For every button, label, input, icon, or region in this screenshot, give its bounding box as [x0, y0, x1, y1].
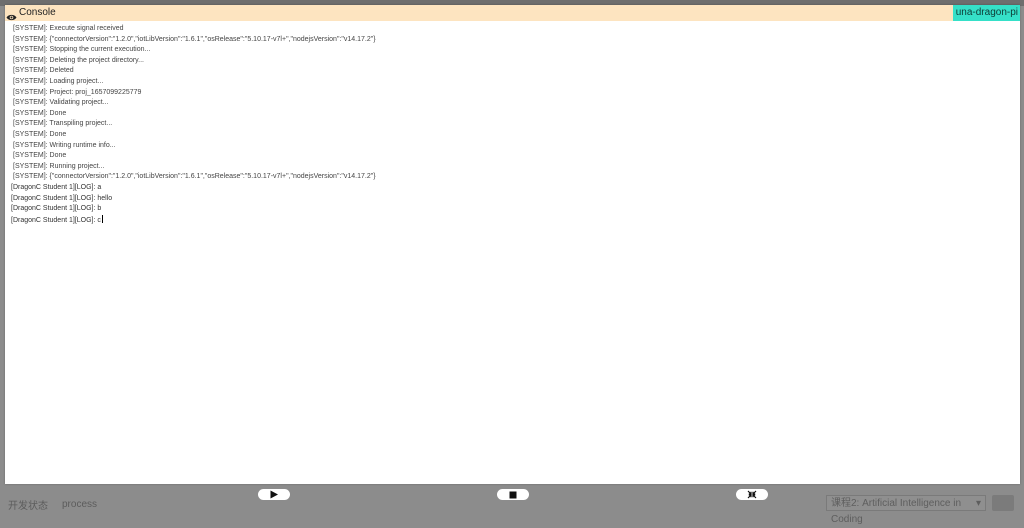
stop-icon	[509, 491, 517, 499]
log-line: [SYSTEM]: Done	[13, 152, 67, 160]
log-line: [SYSTEM]: Done	[13, 130, 67, 138]
log-line: [DragonC Student 1][LOG]: hello	[11, 194, 113, 202]
play-icon	[269, 490, 279, 499]
log-line: [SYSTEM]: Running project...	[13, 162, 105, 170]
text-caret	[101, 214, 103, 223]
log-line: [SYSTEM]: Execute signal received	[13, 25, 124, 32]
log-line: [SYSTEM]: Transpiling project...	[13, 120, 113, 128]
log-line: [DragonC Student 1][LOG]: c	[11, 214, 103, 224]
background-button	[992, 495, 1014, 511]
log-line: [SYSTEM]: Deleted	[13, 67, 74, 75]
collapse-button[interactable]	[736, 489, 768, 500]
log-line: [SYSTEM]: Stopping the current execution…	[13, 46, 151, 54]
chevron-down-icon: ▾	[975, 498, 981, 509]
course-select-value: 课程2: Artificial Intelligence in Coding	[831, 498, 962, 525]
log-line: [SYSTEM]: Done	[13, 109, 67, 117]
background-status-value: process	[62, 499, 98, 510]
background-status-label: 开发状态	[8, 501, 48, 512]
collapse-arrows-icon	[747, 490, 757, 499]
console-log[interactable]: [SYSTEM]: Execute signal received [SYSTEM…	[5, 21, 1020, 226]
stop-button[interactable]	[497, 489, 529, 500]
console-title-group: Console	[5, 5, 56, 21]
log-line: [SYSTEM]: Loading project...	[13, 77, 104, 85]
log-line: [DragonC Student 1][LOG]: b	[11, 205, 102, 213]
log-line: [DragonC Student 1][LOG]: a	[11, 183, 102, 191]
log-line: [SYSTEM]: Writing runtime info...	[13, 141, 116, 149]
device-badge[interactable]: una-dragon-pi	[952, 5, 1020, 21]
console-panel: Console una-dragon-pi [SYSTEM]: Execute …	[5, 5, 1020, 484]
console-header: Console una-dragon-pi	[5, 5, 1020, 21]
log-line: [SYSTEM]: Validating project...	[13, 99, 109, 107]
background-course-area: 课程2: Artificial Intelligence in Coding ▾	[826, 495, 1014, 525]
log-line: [SYSTEM]: Project: proj_1657099225779	[13, 88, 142, 96]
log-line: [SYSTEM]: Deleting the project directory…	[13, 56, 144, 64]
background-status: 开发状态 process	[8, 497, 97, 512]
log-line: [SYSTEM]: {"connectorVersion":"1.2.0","i…	[13, 173, 376, 181]
course-select: 课程2: Artificial Intelligence in Coding ▾	[826, 495, 986, 525]
console-title: Console	[19, 7, 56, 18]
log-line: [SYSTEM]: {"connectorVersion":"1.2.0","i…	[13, 35, 376, 43]
run-button[interactable]	[258, 489, 290, 500]
eye-icon	[6, 9, 17, 20]
